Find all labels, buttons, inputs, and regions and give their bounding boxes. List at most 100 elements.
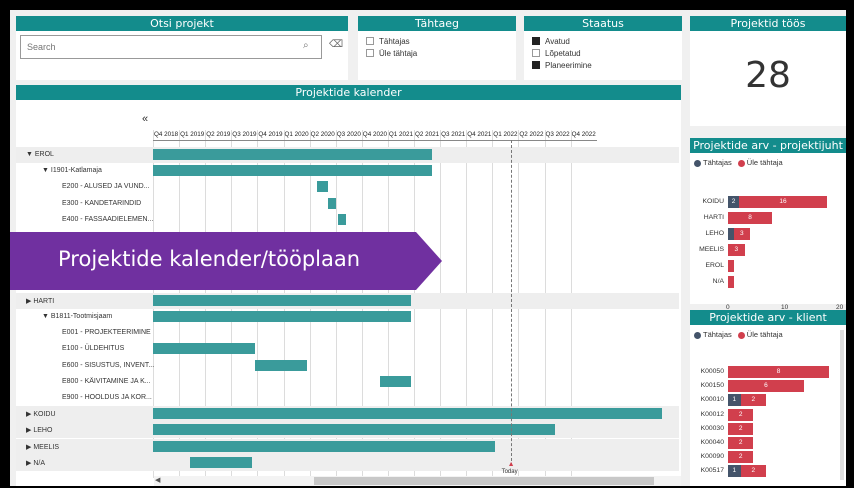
gantt-bar[interactable]: [338, 213, 347, 225]
category-label: K00040: [700, 439, 724, 446]
calendar-row[interactable]: E900 - HOOLDUS JA KOR...: [16, 390, 679, 406]
calendar-row[interactable]: E300 - KANDETARINDID: [16, 196, 679, 212]
legend-item-overdue[interactable]: Üle tähtaja: [737, 158, 783, 167]
gantt-bar[interactable]: [254, 359, 307, 371]
chart-bar[interactable]: 1: [728, 465, 741, 478]
chart-bar[interactable]: [728, 260, 734, 272]
chart-bar-row: LEHO 3: [690, 228, 846, 240]
chart-bar[interactable]: 16: [739, 196, 827, 208]
chart-legend: Tähtajas Üle tähtaja: [690, 330, 846, 339]
legend-item-on-time[interactable]: Tähtajas: [694, 330, 732, 339]
today-marker-line: [510, 140, 512, 466]
calendar-row[interactable]: ▶ HARTI: [16, 292, 679, 309]
quarter-label: Q2 2020: [310, 131, 335, 138]
category-label: K00150: [700, 382, 724, 390]
overlay-banner: Projektide kalender/tööplaan: [10, 232, 442, 290]
calendar-row-label: E100 - ÜLDEHITUS: [62, 345, 125, 353]
calendar-row[interactable]: E600 - SISUSTUS, INVENT...: [16, 358, 679, 374]
calendar-row-label: ▼ B1811-Tootmisjaam: [42, 313, 113, 320]
quarter-label: Q2 2022: [519, 131, 544, 138]
quarter-label: Q1 2019: [180, 131, 205, 138]
chart-bar-row: K00012 2: [690, 408, 846, 421]
calendar-row-label: E800 - KÄIVITAMINE JA K...: [62, 377, 151, 385]
category-label: MEELIS: [699, 246, 724, 253]
legend-dot: [694, 331, 701, 339]
quarter-label: Q4 2018: [154, 131, 179, 138]
category-label: K00090: [700, 453, 724, 461]
chart-bar-row: K00030 2: [690, 422, 846, 435]
gantt-bar[interactable]: [317, 181, 328, 193]
vertical-scrollbar[interactable]: [840, 330, 844, 480]
calendar-row[interactable]: E100 - ÜLDEHITUS: [16, 341, 679, 357]
dashboard: Otsi projekt ⌕ ⌫ Tähtaeg Tähtajas Üle tä…: [10, 10, 846, 486]
category-label: N/A: [712, 278, 724, 285]
chart-bar[interactable]: 2: [728, 196, 739, 208]
chart-bar[interactable]: 3: [728, 244, 745, 256]
chart-bar[interactable]: 6: [728, 380, 804, 393]
calendar-row[interactable]: ▶ LEHO: [16, 422, 679, 439]
gantt-bar[interactable]: [153, 424, 555, 436]
category-label: LEHO: [705, 230, 724, 237]
calendar-row[interactable]: ▼ B1811-Tootmisjaam: [16, 309, 679, 325]
chart-bar[interactable]: 2: [740, 465, 766, 478]
gantt-bar[interactable]: [153, 311, 412, 322]
chart-legend: Tähtajas Üle tähtaja: [690, 158, 846, 167]
scrollbar-thumb[interactable]: [314, 477, 654, 485]
quarter-label: Q2 2019: [206, 131, 231, 138]
calendar-row-label: E200 - ALUSED JA VUND...: [62, 183, 150, 191]
chart-bar[interactable]: 8: [728, 366, 830, 378]
calendar-row[interactable]: ▼ I1901-Katlamaja: [16, 163, 679, 179]
calendar-row[interactable]: ▶ KOIDU: [16, 406, 679, 423]
calendar-row-label: E300 - KANDETARINDID: [62, 199, 142, 207]
calendar-row-label: E900 - HOOLDUS JA KOR...: [62, 394, 152, 401]
legend-dot: [737, 159, 745, 167]
chart-bar[interactable]: 2: [728, 437, 754, 449]
category-label: K00030: [700, 424, 724, 432]
legend-item-on-time[interactable]: Tähtajas: [694, 158, 732, 167]
chart-bar-row: K00040 2: [690, 437, 846, 449]
kpi-title: Projektid töös: [690, 16, 846, 31]
chart-bar[interactable]: 1: [728, 394, 741, 407]
quarter-label: Q3 2022: [545, 131, 570, 138]
horizontal-scrollbar[interactable]: ◀: [154, 476, 681, 486]
calendar-row[interactable]: E001 - PROJEKTEERIMINE: [16, 325, 679, 341]
calendar-row[interactable]: ▶ MEELIS: [16, 438, 679, 455]
gantt-bar[interactable]: [189, 456, 253, 468]
chart-bar[interactable]: 8: [728, 212, 772, 224]
chart-bar[interactable]: 2: [740, 394, 766, 407]
gantt-bar[interactable]: [153, 294, 412, 306]
banner-text: Projektide kalender/tööplaan: [58, 247, 361, 271]
calendar-row[interactable]: E200 - ALUSED JA VUND...: [16, 179, 679, 195]
chart-bar[interactable]: [728, 276, 734, 288]
gantt-bar[interactable]: [153, 408, 662, 420]
category-label: K00050: [700, 368, 724, 375]
gantt-bar[interactable]: [153, 343, 255, 355]
legend-dot: [694, 159, 701, 167]
gantt-bar[interactable]: [153, 149, 433, 160]
chart-bar[interactable]: 2: [728, 408, 754, 421]
chart-bar-row: HARTI 8: [690, 212, 846, 224]
gantt-bar[interactable]: [153, 165, 433, 177]
calendar-row[interactable]: E400 - FASSAADIELEMEN...: [16, 212, 679, 228]
scroll-left-icon[interactable]: ◀: [155, 476, 160, 484]
calendar-row[interactable]: ▼ EROL: [16, 147, 679, 163]
gantt-bar[interactable]: [327, 197, 336, 209]
calendar-row[interactable]: E800 - KÄIVITAMINE JA K...: [16, 374, 679, 390]
chart-bar[interactable]: 2: [728, 451, 754, 464]
gantt-bar[interactable]: [153, 440, 495, 452]
quarter-label: Q3 2019: [232, 131, 257, 138]
chart-plot: KOIDU 2 16 HARTI 8 LEHO 3 MEELIS 3 EROL N/A 0 10 20: [690, 186, 846, 311]
chart-plot: K00050 8 K00150 6 K00010 1 2 K00012 2 K00030 2 K000…: [690, 354, 846, 486]
gantt-bar[interactable]: [380, 375, 412, 387]
chart-bar[interactable]: 2: [728, 422, 754, 435]
quarter-label: Q4 2022: [571, 131, 596, 138]
quarter-label: Q4 2020: [362, 131, 387, 138]
legend-item-overdue[interactable]: Üle tähtaja: [737, 330, 783, 339]
chart-bar[interactable]: 3: [733, 228, 750, 240]
chart-projects-by-client: Projektide arv - klient Tähtajas Üle täh…: [690, 310, 846, 486]
quarter-label: Q3 2020: [336, 131, 361, 138]
kpi-value: 28: [745, 55, 791, 96]
calendar-row[interactable]: ▶ N/A: [16, 454, 679, 471]
chart-bar-row: K00150 6: [690, 380, 846, 393]
calendar-row-label: ▼ EROL: [26, 151, 54, 158]
